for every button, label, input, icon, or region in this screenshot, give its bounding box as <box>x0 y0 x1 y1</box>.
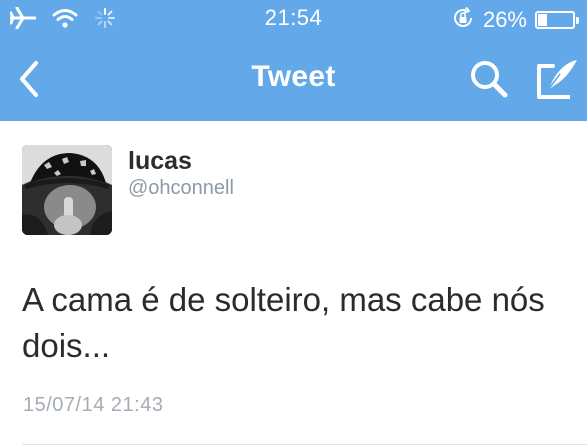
user-handle[interactable]: @ohconnell <box>128 177 234 200</box>
avatar[interactable] <box>22 145 112 235</box>
search-icon <box>471 61 508 98</box>
navigation-bar: Tweet <box>0 40 587 121</box>
compose-icon <box>537 60 577 99</box>
divider <box>22 444 587 445</box>
search-button[interactable] <box>468 58 510 100</box>
tweet-detail-screen: 21:54 26% Tweet lucas @ohconnell A cama … <box>0 0 587 446</box>
tweet-text: A cama é de solteiro, mas cabe nós dois.… <box>22 281 545 364</box>
battery-level <box>538 14 547 26</box>
compose-button[interactable] <box>534 56 580 102</box>
top-bar: 21:54 26% Tweet <box>0 0 587 121</box>
user-name[interactable]: lucas <box>128 147 192 176</box>
status-right-icons: 26% <box>451 6 579 34</box>
battery-percent: 26% <box>482 7 527 32</box>
tweet-detail: lucas @ohconnell A cama é de solteiro, m… <box>0 121 587 446</box>
tweet-timestamp: 15/07/14 21:43 <box>23 394 164 416</box>
rotation-lock-icon <box>451 6 475 35</box>
battery-icon <box>535 11 579 29</box>
profile-photo <box>22 145 112 235</box>
status-bar: 21:54 26% <box>0 0 587 40</box>
